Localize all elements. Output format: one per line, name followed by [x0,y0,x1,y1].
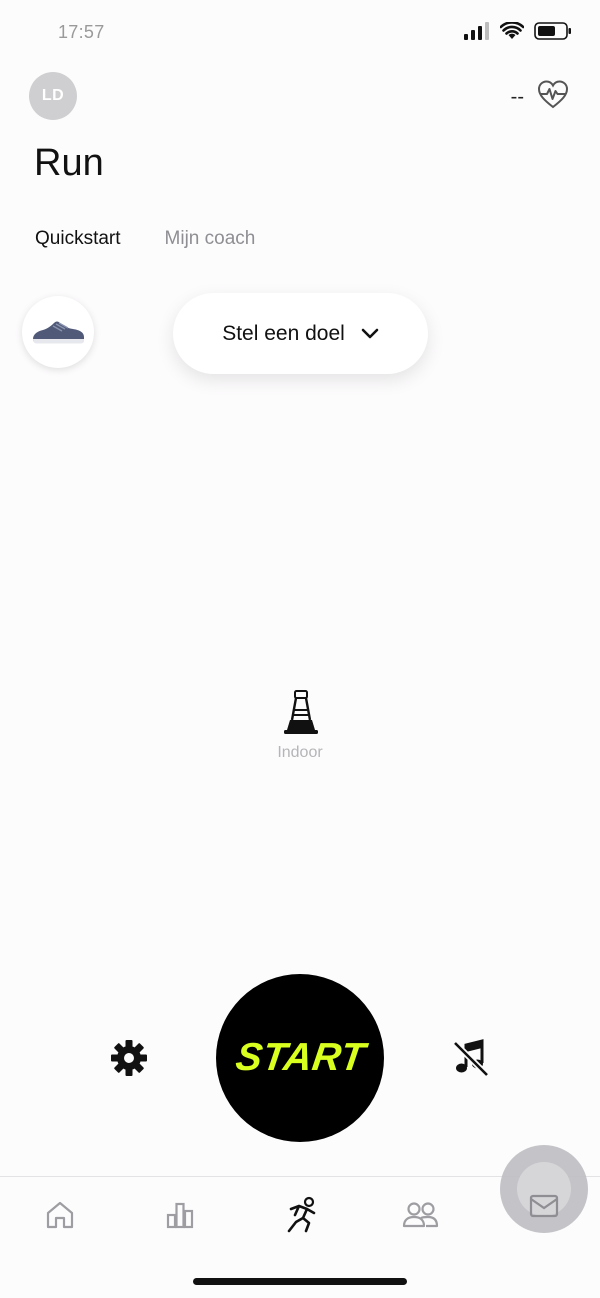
heart-rate-icon[interactable] [536,78,570,112]
nav-inbox[interactable] [500,1145,588,1233]
nav-home[interactable] [40,1195,80,1235]
tab-quickstart[interactable]: Quickstart [35,228,121,250]
run-icon [287,1196,316,1233]
home-indicator[interactable] [193,1278,407,1285]
heart-rate-value: -- [510,86,524,108]
start-label: START [232,1036,368,1079]
page-title: Run [34,142,104,184]
shoe-icon [33,321,84,344]
nav-run[interactable] [280,1195,320,1235]
set-goal-label: Stel een doel [222,321,345,345]
wifi-icon [500,22,524,39]
home-icon [46,1201,74,1229]
signal-icon [464,22,489,40]
club-icon [402,1202,439,1228]
status-icons [464,22,572,40]
status-time: 17:57 [58,22,105,42]
chevron-down-icon [361,328,379,338]
tab-bar-top: Quickstart Mijn coach [35,228,255,250]
nav-activity[interactable] [160,1195,200,1235]
treadmill-icon[interactable] [282,690,320,736]
nav-club[interactable] [400,1195,440,1235]
shoe-selector-button[interactable] [22,296,94,368]
start-button[interactable]: START [216,974,384,1142]
activity-icon [166,1202,194,1229]
set-goal-button[interactable]: Stel een doel [173,293,428,374]
settings-gear-icon[interactable] [108,1037,150,1079]
tab-mijn-coach[interactable]: Mijn coach [165,228,256,250]
run-mode-label: Indoor [277,744,323,761]
avatar[interactable]: LD [29,72,77,120]
inbox-icon [529,1194,559,1218]
music-off-icon[interactable] [450,1037,492,1079]
battery-icon [534,22,571,40]
status-bar: 17:57 [0,0,600,64]
floating-touch-button [517,1162,571,1218]
